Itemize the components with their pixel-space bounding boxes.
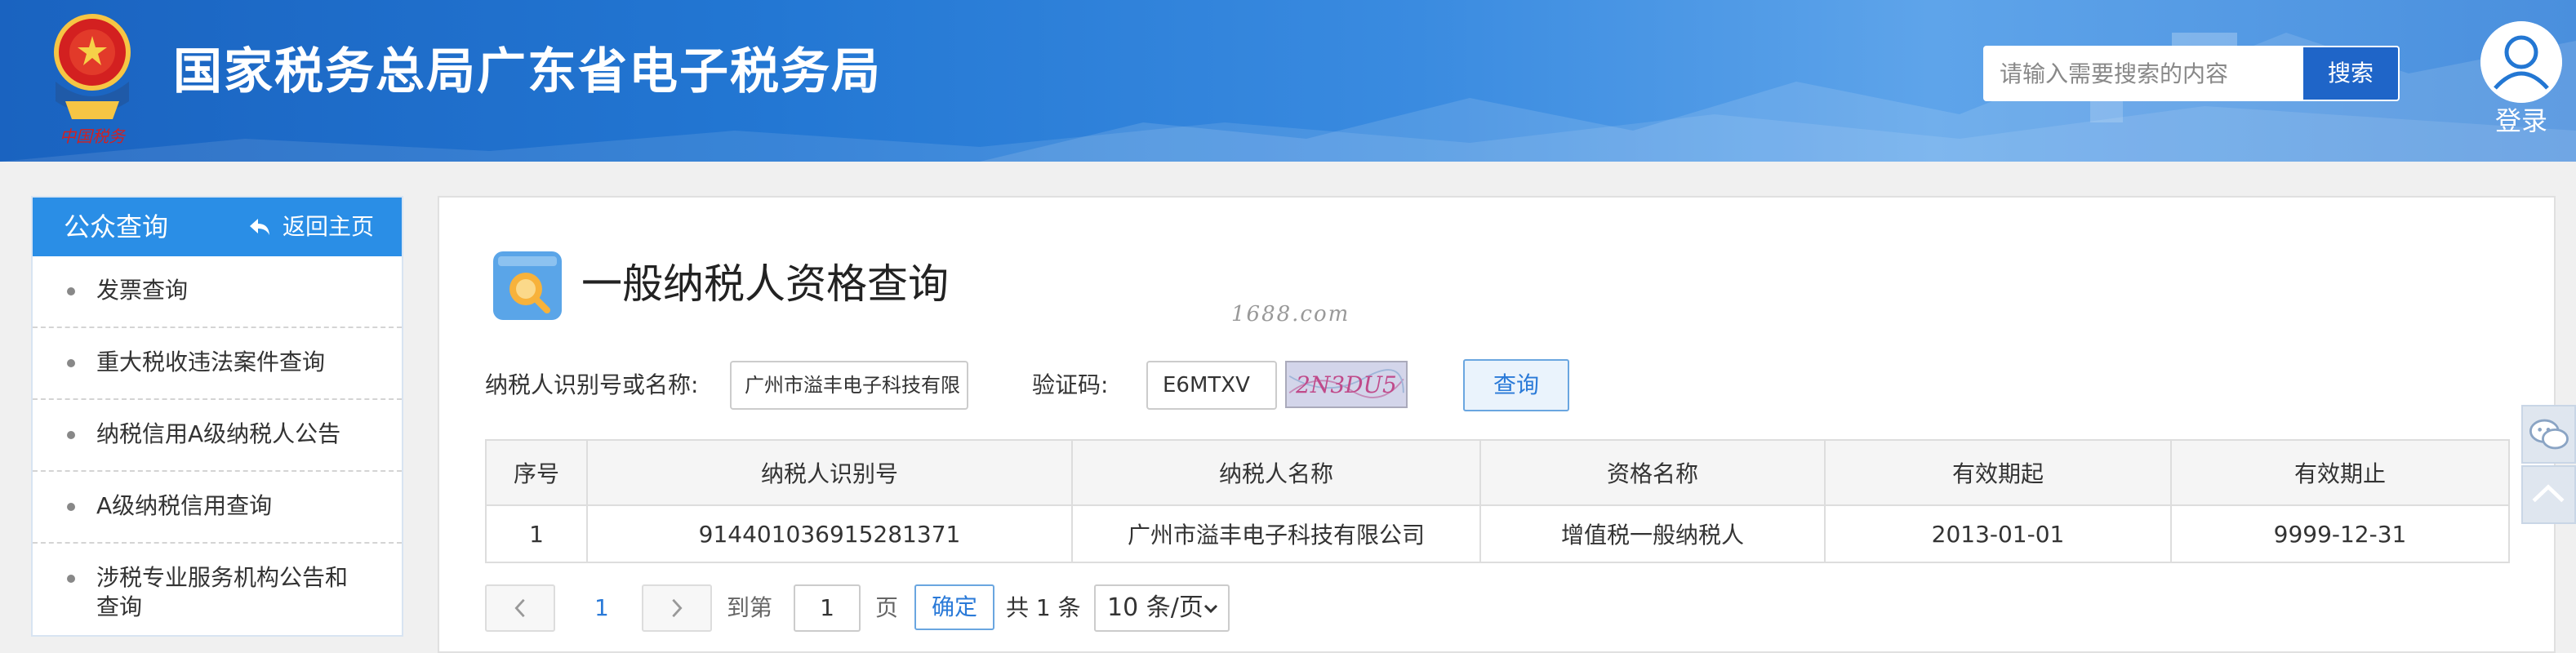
captcha-label: 验证码: bbox=[1032, 371, 1109, 398]
table-cell: 1 bbox=[485, 504, 588, 563]
watermark: 1688.com bbox=[1231, 302, 1350, 326]
column-header: 有效期起 bbox=[1824, 439, 2172, 506]
table-cell: 9999-12-31 bbox=[2170, 504, 2510, 563]
sidebar-item-label: 涉税专业服务机构公告和查询 bbox=[96, 564, 349, 620]
search-document-icon bbox=[493, 251, 562, 320]
captcha-input[interactable]: E6MTXV bbox=[1146, 361, 1277, 410]
column-header: 纳税人识别号 bbox=[586, 439, 1073, 506]
table-cell: 914401036915281371 bbox=[586, 504, 1073, 563]
current-page-number[interactable]: 1 bbox=[594, 583, 609, 633]
wechat-icon[interactable] bbox=[2521, 405, 2576, 464]
goto-confirm-button[interactable]: 确定 bbox=[914, 584, 994, 630]
bullet-icon bbox=[67, 575, 75, 583]
taxpayer-label: 纳税人识别号或名称: bbox=[485, 371, 699, 398]
bullet-icon bbox=[67, 287, 75, 295]
bullet-icon bbox=[67, 431, 75, 439]
back-to-home-link[interactable]: 返回主页 bbox=[283, 198, 374, 256]
sidebar-title: 公众查询 bbox=[64, 211, 169, 242]
query-button[interactable]: 查询 bbox=[1463, 359, 1569, 411]
sidebar-item-label: A级纳税信用查询 bbox=[96, 492, 273, 519]
table-header-row: 序号 纳税人识别号 纳税人名称 资格名称 有效期起 有效期止 bbox=[485, 439, 2510, 506]
main-panel: 一般纳税人资格查询 1688.com 纳税人识别号或名称: 广州市溢丰电子科技有… bbox=[438, 196, 2556, 653]
goto-page-input[interactable]: 1 bbox=[794, 584, 861, 632]
next-page-button[interactable] bbox=[642, 584, 712, 632]
sidebar-item-label: 纳税信用A级纳税人公告 bbox=[96, 420, 341, 447]
sidebar-item-label: 发票查询 bbox=[96, 277, 189, 304]
sidebar-item-tax-violation[interactable]: 重大税收违法案件查询 bbox=[33, 328, 402, 400]
tax-emblem-logo: 中国税务 bbox=[54, 14, 131, 146]
sidebar: 公众查询 返回主页 发票查询 重大税收违法案件查询 纳税信用A级纳税人公告 A级… bbox=[31, 196, 403, 637]
captcha-image[interactable]: 2N3DU5 bbox=[1285, 361, 1408, 408]
bullet-icon bbox=[67, 503, 75, 511]
prev-page-button[interactable] bbox=[485, 584, 555, 632]
column-header: 资格名称 bbox=[1479, 439, 1826, 506]
search-button[interactable]: 搜索 bbox=[2303, 47, 2398, 100]
table-cell: 广州市溢丰电子科技有限公司 bbox=[1071, 504, 1481, 563]
goto-label: 到第 bbox=[727, 594, 773, 621]
chevron-down-icon bbox=[1203, 604, 1218, 614]
back-to-top-icon[interactable] bbox=[2521, 465, 2576, 524]
login-link[interactable]: 登录 bbox=[2480, 103, 2562, 139]
page-size-value: 10 条/页 bbox=[1107, 593, 1203, 622]
table-cell: 增值税一般纳税人 bbox=[1479, 504, 1826, 563]
page-title: 一般纳税人资格查询 bbox=[581, 260, 949, 308]
page-size-select[interactable]: 10 条/页 bbox=[1094, 584, 1230, 632]
site-title: 国家税务总局广东省电子税务局 bbox=[173, 43, 882, 100]
taxpayer-input[interactable]: 广州市溢丰电子科技有限 bbox=[730, 361, 968, 410]
bullet-icon bbox=[67, 359, 75, 367]
back-arrow-icon[interactable] bbox=[247, 214, 273, 240]
search-box: 搜索 bbox=[1983, 46, 2400, 101]
table-cell: 2013-01-01 bbox=[1824, 504, 2172, 563]
search-input[interactable] bbox=[1985, 47, 2303, 100]
sidebar-item-label: 重大税收违法案件查询 bbox=[96, 349, 326, 375]
sidebar-item-a-grade-notice[interactable]: 纳税信用A级纳税人公告 bbox=[33, 400, 402, 472]
column-header: 序号 bbox=[485, 439, 588, 506]
column-header: 有效期止 bbox=[2170, 439, 2510, 506]
captcha-text: 2N3DU5 bbox=[1295, 371, 1397, 398]
user-avatar-icon[interactable] bbox=[2480, 21, 2562, 103]
page-unit-label: 页 bbox=[875, 594, 899, 621]
site-header: 中国税务 国家税务总局广东省电子税务局 搜索 登录 bbox=[0, 0, 2576, 162]
table-row: 1 914401036915281371 广州市溢丰电子科技有限公司 增值税一般… bbox=[485, 504, 2510, 563]
sidebar-header: 公众查询 返回主页 bbox=[33, 198, 402, 256]
column-header: 纳税人名称 bbox=[1071, 439, 1481, 506]
result-table: 序号 纳税人识别号 纳税人名称 资格名称 有效期起 有效期止 1 9144010… bbox=[485, 439, 2510, 563]
sidebar-item-service-agency[interactable]: 涉税专业服务机构公告和查询 bbox=[33, 544, 402, 642]
emblem-caption: 中国税务 bbox=[60, 127, 127, 146]
pagination: 1 到第 1 页 确定 共 1 条 10 条/页 bbox=[485, 583, 1465, 640]
sidebar-item-a-grade-query[interactable]: A级纳税信用查询 bbox=[33, 472, 402, 544]
sidebar-item-invoice-query[interactable]: 发票查询 bbox=[33, 256, 402, 328]
total-count: 共 1 条 bbox=[1006, 594, 1081, 621]
